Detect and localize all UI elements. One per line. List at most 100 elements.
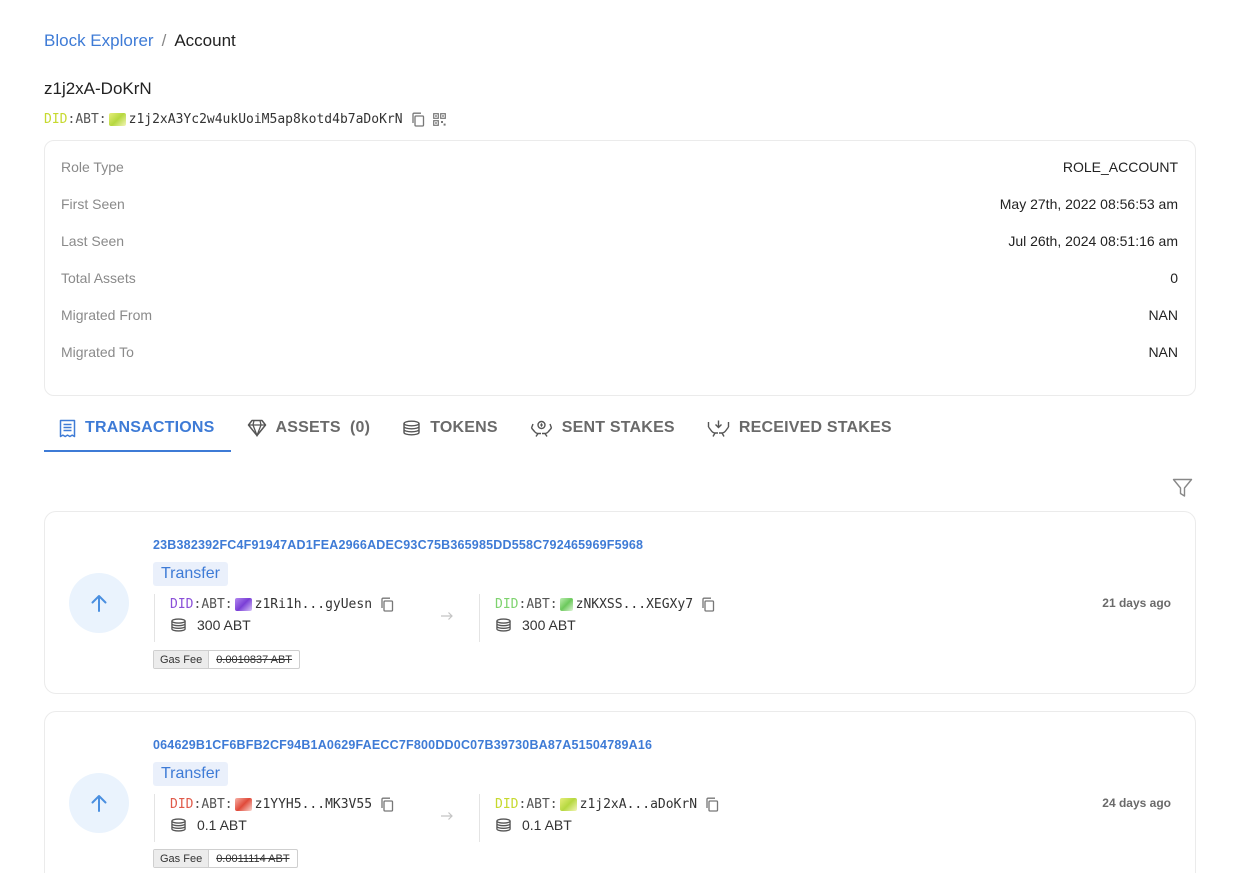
coins-icon xyxy=(496,818,511,832)
tab-sent-stakes[interactable]: SENT STAKES xyxy=(514,406,691,450)
copy-icon[interactable] xyxy=(701,597,715,612)
tx-hash-link[interactable]: 064629B1CF6BFB2CF94B1A0629FAECC7F800DD0C… xyxy=(153,738,652,752)
coins-icon xyxy=(171,818,186,832)
tab-received-stakes[interactable]: RECEIVED STAKES xyxy=(691,406,908,450)
tx-sender: DID: ABT: z1YYH5...MK3V55 0.1 ABT xyxy=(154,794,394,842)
tab-label: TRANSACTIONS xyxy=(85,419,215,436)
info-value: Jul 26th, 2024 08:51:16 am xyxy=(1008,233,1178,249)
tab-label: SENT STAKES xyxy=(561,419,675,436)
info-row-last-seen: Last Seen Jul 26th, 2024 08:51:16 am xyxy=(61,233,1178,270)
info-label: Total Assets xyxy=(61,270,136,286)
copy-icon[interactable] xyxy=(380,797,394,812)
did-prefix: DID xyxy=(170,796,194,812)
account-name: z1j2xA-DoKrN xyxy=(44,79,152,98)
filter-button[interactable] xyxy=(1172,478,1193,503)
transaction-card: 23B382392FC4F91947AD1FEA2966ADEC93C75B36… xyxy=(44,511,1196,694)
stake-in-icon xyxy=(707,420,730,437)
info-row-migrated-to: Migrated To NAN xyxy=(61,344,1178,381)
gas-fee: Gas Fee 0.0010837 ABT xyxy=(153,650,301,669)
did-chain: ABT xyxy=(75,112,99,127)
info-value: NAN xyxy=(1148,344,1178,360)
copy-icon[interactable] xyxy=(411,112,425,127)
did-colon: : xyxy=(518,596,527,612)
receiver-amount: 0.1 ABT xyxy=(495,817,719,833)
info-label: Last Seen xyxy=(61,233,125,249)
did-colon: : xyxy=(549,796,558,812)
coins-icon xyxy=(403,420,420,436)
did-colon: : xyxy=(67,112,76,127)
info-row-role-type: Role Type ROLE_ACCOUNT xyxy=(61,159,1178,196)
diamond-icon xyxy=(247,419,266,437)
did-avatar-icon xyxy=(559,797,577,811)
tx-type-badge: Transfer xyxy=(153,562,228,586)
copy-icon[interactable] xyxy=(380,597,394,612)
receiver-did: DID: ABT: z1j2xA...aDoKrN xyxy=(495,794,719,814)
stake-out-icon xyxy=(530,420,552,437)
amount-value: 0.1 ABT xyxy=(522,817,572,833)
did-colon: : xyxy=(193,596,202,612)
sender-did: DID: ABT: z1YYH5...MK3V55 xyxy=(170,794,394,814)
receiver-did: DID: ABT: zNKXSS...XEGXy7 xyxy=(495,594,715,614)
tab-transactions[interactable]: TRANSACTIONS xyxy=(44,406,231,452)
qr-code-icon[interactable] xyxy=(432,113,446,126)
did-chain: ABT xyxy=(526,596,550,612)
copy-icon[interactable] xyxy=(705,797,719,812)
did-colon: : xyxy=(224,796,233,812)
did-colon: : xyxy=(98,112,107,127)
transfer-arrow-icon xyxy=(440,808,454,826)
gas-fee-label: Gas Fee xyxy=(154,850,210,867)
tx-hash-link[interactable]: 23B382392FC4F91947AD1FEA2966ADEC93C75B36… xyxy=(153,538,643,552)
account-tabs: TRANSACTIONS ASSETS (0) TOKENS SENT STAK… xyxy=(44,406,908,452)
tx-receiver: DID: ABT: z1j2xA...aDoKrN 0.1 ABT xyxy=(479,794,719,842)
did-address[interactable]: z1j2xA...aDoKrN xyxy=(580,797,697,812)
did-colon: : xyxy=(518,796,527,812)
info-row-total-assets: Total Assets 0 xyxy=(61,270,1178,307)
amount-value: 0.1 ABT xyxy=(197,817,247,833)
did-avatar-icon xyxy=(234,797,252,811)
tx-time: 24 days ago xyxy=(1102,796,1171,810)
did-avatar-icon xyxy=(559,597,573,611)
tab-tokens[interactable]: TOKENS xyxy=(386,406,514,450)
sender-did: DID: ABT: z1Ri1h...gyUesn xyxy=(170,594,394,614)
info-label: Migrated From xyxy=(61,307,153,323)
info-value: NAN xyxy=(1148,307,1178,323)
breadcrumb: Block Explorer / Account xyxy=(44,31,236,51)
receiver-amount: 300 ABT xyxy=(495,617,715,633)
did-address[interactable]: z1YYH5...MK3V55 xyxy=(255,797,372,812)
tx-sender: DID: ABT: z1Ri1h...gyUesn 300 ABT xyxy=(154,594,394,642)
breadcrumb-separator: / xyxy=(161,31,167,50)
breadcrumb-current: Account xyxy=(174,31,236,50)
did-colon: : xyxy=(549,596,558,612)
breadcrumb-block-explorer-link[interactable]: Block Explorer xyxy=(44,31,154,51)
coins-icon xyxy=(171,618,186,632)
account-info-card: Role Type ROLE_ACCOUNT First Seen May 27… xyxy=(44,140,1196,396)
did-chain: ABT xyxy=(201,796,225,812)
did-chain: ABT xyxy=(201,596,225,612)
account-did: DID: ABT: z1j2xA3Yc2w4ukUoiM5ap8kotd4b7aD… xyxy=(44,112,446,127)
gas-fee: Gas Fee 0.0011114 ABT xyxy=(153,849,298,868)
coins-icon xyxy=(496,618,511,632)
tx-type-badge: Transfer xyxy=(153,762,228,786)
did-address[interactable]: zNKXSS...XEGXy7 xyxy=(576,597,693,612)
transfer-arrow-icon xyxy=(440,608,454,626)
tab-assets[interactable]: ASSETS (0) xyxy=(231,406,387,450)
info-value: 0 xyxy=(1170,270,1178,286)
tx-receiver: DID: ABT: zNKXSS...XEGXy7 300 ABT xyxy=(479,594,715,642)
did-colon: : xyxy=(224,596,233,612)
transaction-card: 064629B1CF6BFB2CF94B1A0629FAECC7F800DD0C… xyxy=(44,711,1196,873)
gas-fee-label: Gas Fee xyxy=(154,651,210,668)
did-prefix: DID xyxy=(44,112,68,127)
did-prefix: DID xyxy=(170,596,194,612)
gas-fee-value: 0.0011114 ABT xyxy=(216,853,290,865)
info-label: Role Type xyxy=(61,159,124,175)
tab-label: RECEIVED STAKES xyxy=(738,419,892,436)
tab-label: ASSETS (0) xyxy=(275,419,371,436)
tab-label: TOKENS xyxy=(430,419,498,436)
amount-value: 300 ABT xyxy=(522,617,576,633)
gas-fee-value: 0.0010837 ABT xyxy=(216,654,293,666)
info-value: May 27th, 2022 08:56:53 am xyxy=(999,196,1178,212)
did-address[interactable]: z1Ri1h...gyUesn xyxy=(255,597,372,612)
did-prefix: DID xyxy=(495,796,519,812)
outgoing-tx-badge xyxy=(69,773,129,833)
arrow-up-icon xyxy=(91,795,107,812)
